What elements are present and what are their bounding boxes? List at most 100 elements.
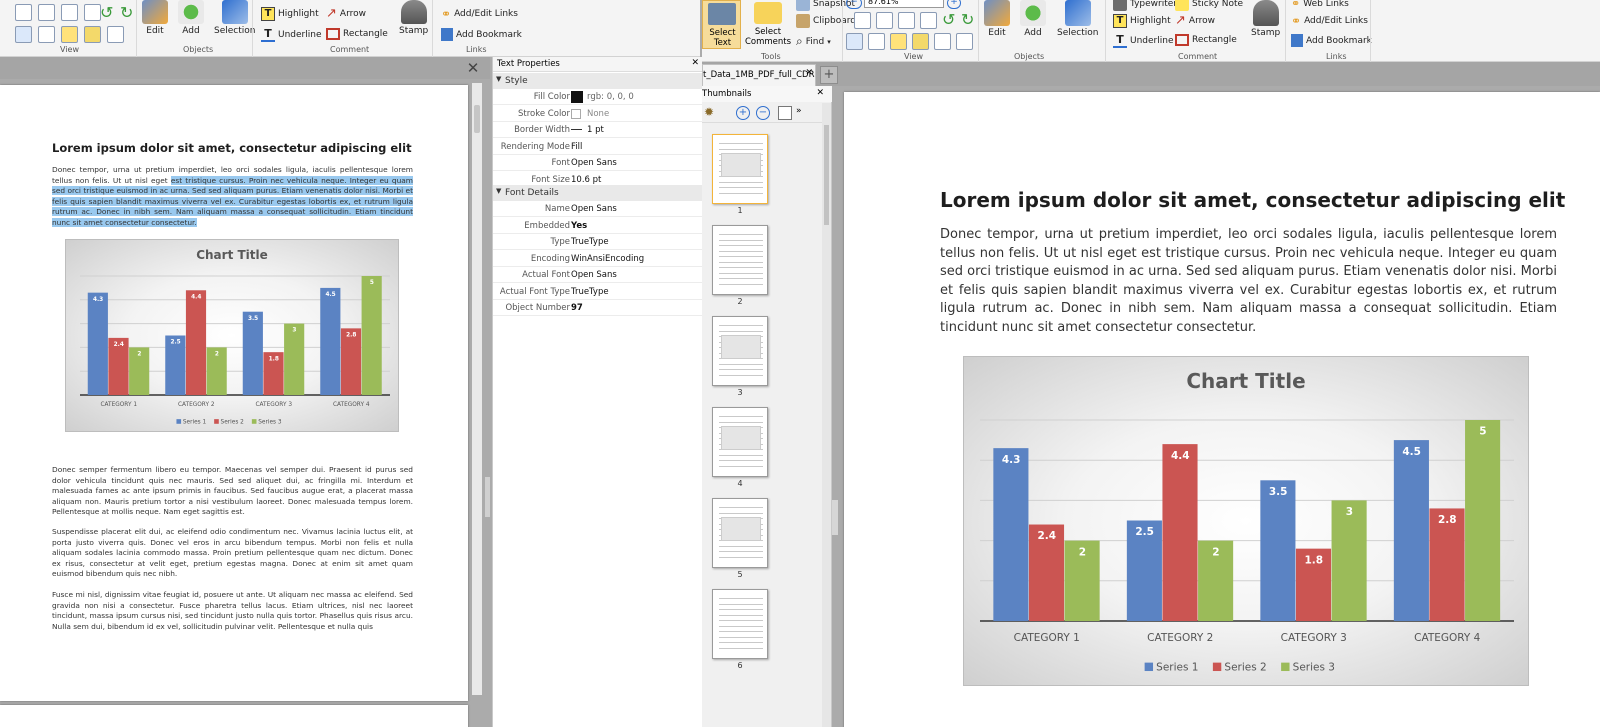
- fit-page-icon[interactable]: [854, 12, 871, 29]
- edit-button[interactable]: Edit: [142, 0, 168, 36]
- document-tab[interactable]: t_Data_1MB_PDF_full_CDR ✕: [702, 64, 816, 86]
- doc-heading: Lorem ipsum dolor sit amet, consectetur …: [52, 141, 412, 155]
- panel-title: Text Properties ✕: [493, 57, 703, 72]
- more-icon[interactable]: »: [796, 106, 802, 116]
- rotate-right-icon[interactable]: ↻: [961, 12, 974, 28]
- arrow-button[interactable]: ↗ Arrow: [1175, 14, 1215, 27]
- pages-icon[interactable]: [38, 26, 55, 43]
- arrow-button[interactable]: ↗ Arrow: [326, 7, 366, 20]
- chart-bar: [320, 287, 341, 395]
- scroll-thumb[interactable]: [474, 105, 480, 133]
- zoom-out-icon[interactable]: −: [756, 106, 770, 120]
- typewriter-button[interactable]: Typewriter: [1113, 0, 1177, 11]
- rotate-left-icon[interactable]: ↺: [100, 5, 113, 21]
- actual-size-icon[interactable]: [898, 12, 915, 29]
- page-thumbnail[interactable]: [712, 134, 768, 204]
- rectangle-button[interactable]: Rectangle: [326, 28, 388, 40]
- style-section-header[interactable]: ▼ Style: [493, 73, 702, 89]
- attachments-icon[interactable]: [956, 33, 973, 50]
- thumbnail-text-line: [719, 620, 763, 621]
- property-row[interactable]: Actual Font Open Sans: [493, 267, 702, 283]
- close-icon[interactable]: ✕: [463, 58, 483, 78]
- property-row[interactable]: Font Open Sans: [493, 155, 702, 171]
- zoom-in-icon[interactable]: +: [947, 0, 961, 9]
- bookmark-icon[interactable]: [846, 33, 863, 50]
- pages-icon[interactable]: [868, 33, 885, 50]
- gear-icon[interactable]: ✹: [704, 105, 714, 119]
- property-row[interactable]: Object Number 97: [493, 300, 702, 316]
- view-icon[interactable]: [61, 4, 78, 21]
- fields-icon[interactable]: [912, 33, 929, 50]
- layers-icon[interactable]: [934, 33, 951, 50]
- page-thumbnail[interactable]: [712, 589, 768, 659]
- view-icon[interactable]: [38, 4, 55, 21]
- comment-icon[interactable]: [890, 33, 907, 50]
- page-options-icon[interactable]: [778, 106, 792, 120]
- add-button[interactable]: Add: [1020, 0, 1046, 38]
- edit-button[interactable]: Edit: [984, 0, 1010, 38]
- property-row[interactable]: Stroke Color None: [493, 106, 702, 122]
- zoom-in-icon[interactable]: +: [736, 106, 750, 120]
- find-button[interactable]: ⌕ Find ▾: [796, 34, 831, 49]
- underline-button[interactable]: T Underline: [261, 28, 321, 42]
- thumbnails-toolbar: ✹ + − »: [702, 103, 822, 123]
- rectangle-button[interactable]: Rectangle: [1175, 34, 1237, 46]
- rotate-left-icon[interactable]: ↺: [942, 12, 955, 28]
- property-row[interactable]: Border Width 1 pt: [493, 122, 702, 138]
- close-icon[interactable]: ✕: [691, 58, 699, 68]
- stamp-button[interactable]: Stamp: [1251, 0, 1280, 38]
- left-scrollbar[interactable]: [472, 83, 482, 695]
- stamp-button[interactable]: Stamp: [399, 0, 428, 36]
- zoom-field[interactable]: 87.61%: [864, 0, 944, 8]
- add-edit-links-button[interactable]: ⚭ Add/Edit Links: [441, 7, 518, 21]
- reflow-icon[interactable]: [920, 12, 937, 29]
- view-icon[interactable]: [84, 4, 101, 21]
- selection-button[interactable]: Selection: [214, 0, 255, 36]
- thumbnail-text-line: [719, 369, 763, 370]
- highlight-button[interactable]: T Highlight: [1113, 14, 1171, 28]
- add-edit-links-button[interactable]: ⚭ Add/Edit Links: [1291, 14, 1368, 28]
- add-icon: [178, 0, 204, 24]
- selection-button[interactable]: Selection: [1057, 0, 1098, 38]
- property-row[interactable]: Type TrueType: [493, 234, 702, 250]
- sticky-note-button[interactable]: Sticky Note: [1175, 0, 1243, 11]
- underline-button[interactable]: T Underline: [1113, 34, 1173, 48]
- color-swatch[interactable]: [571, 91, 583, 103]
- close-icon[interactable]: ✕: [805, 68, 813, 78]
- thumbnails-scrollbar[interactable]: [822, 103, 831, 727]
- clipboard-button[interactable]: Clipboard▾: [796, 14, 863, 28]
- view-icon[interactable]: [15, 4, 32, 21]
- property-row[interactable]: Embedded Yes: [493, 218, 702, 234]
- select-comments-button[interactable]: Select Comments: [745, 0, 791, 49]
- highlight-button[interactable]: T Highlight: [261, 7, 319, 21]
- fit-width-icon[interactable]: [876, 12, 893, 29]
- chart-data-label: 1.8: [269, 356, 279, 362]
- property-row[interactable]: Encoding WinAnsiEncoding: [493, 251, 702, 267]
- add-bookmark-button[interactable]: Add Bookmark: [441, 28, 522, 41]
- fields-icon[interactable]: [84, 26, 101, 43]
- comment-icon[interactable]: [61, 26, 78, 43]
- property-row[interactable]: Fill Color rgb: 0, 0, 0: [493, 89, 702, 105]
- layers-icon[interactable]: [107, 26, 124, 43]
- property-row[interactable]: Rendering Mode Fill: [493, 139, 702, 155]
- font-details-section-header[interactable]: ▼ Font Details: [493, 185, 702, 201]
- page-thumbnail[interactable]: [712, 225, 768, 295]
- color-swatch[interactable]: [571, 108, 581, 119]
- add-bookmark-button[interactable]: Add Bookmark: [1291, 34, 1372, 47]
- panel-splitter[interactable]: [485, 477, 490, 517]
- web-links-button[interactable]: ⚭ Web Links: [1291, 0, 1349, 10]
- select-text-button[interactable]: Select Text: [702, 0, 741, 49]
- property-row[interactable]: Name Open Sans: [493, 201, 702, 217]
- bookmark-icon[interactable]: [15, 26, 32, 43]
- new-tab-icon[interactable]: +: [820, 66, 838, 84]
- add-edit-links-label: Add/Edit Links: [1304, 16, 1368, 26]
- property-row[interactable]: Actual Font Type TrueType: [493, 284, 702, 300]
- zoom-out-icon[interactable]: −: [846, 0, 862, 9]
- page-thumbnail[interactable]: [712, 316, 768, 386]
- rotate-right-icon[interactable]: ↻: [120, 5, 133, 21]
- page-thumbnail[interactable]: [712, 407, 768, 477]
- close-icon[interactable]: ✕: [816, 88, 824, 98]
- page-thumbnail[interactable]: [712, 498, 768, 568]
- add-button[interactable]: Add: [178, 0, 204, 36]
- scroll-thumb[interactable]: [824, 125, 829, 225]
